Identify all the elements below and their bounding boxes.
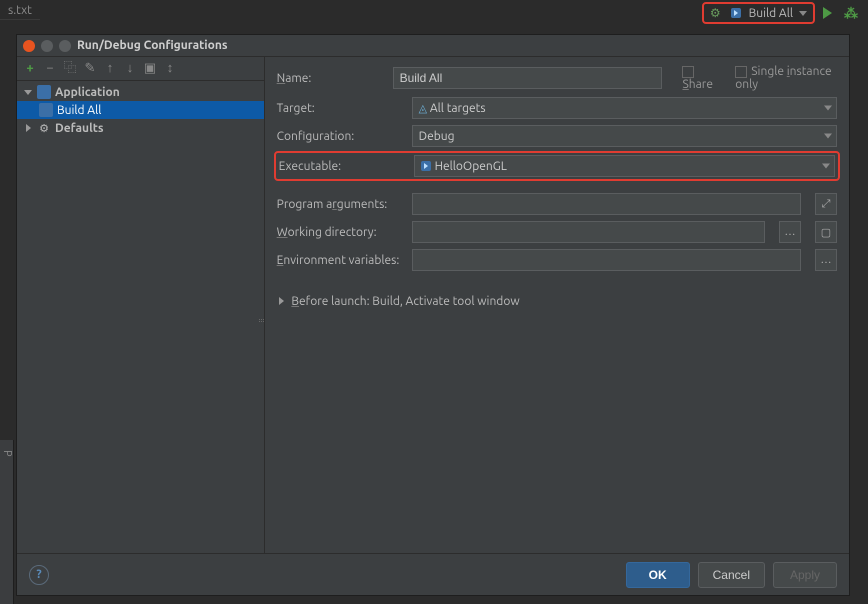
- environment-variables-label: Environment variables:: [277, 254, 402, 267]
- tree-node-build-all[interactable]: Build All: [17, 101, 264, 119]
- run-button[interactable]: [819, 3, 836, 23]
- minimize-icon[interactable]: [41, 40, 53, 52]
- hierarchy-icon: ◬: [419, 102, 427, 115]
- checkbox-icon: [735, 66, 747, 78]
- working-directory-label: Working directory:: [277, 226, 402, 239]
- cancel-button[interactable]: Cancel: [698, 562, 765, 588]
- move-up-icon[interactable]: ↑: [103, 62, 117, 76]
- browse-directory-icon[interactable]: …: [779, 221, 801, 243]
- tree-node-application[interactable]: Application: [17, 83, 264, 101]
- executable-label: Executable:: [279, 160, 404, 173]
- configuration-value: Debug: [419, 130, 455, 143]
- chevron-down-icon: [824, 106, 832, 111]
- chevron-down-icon: [824, 134, 832, 139]
- side-tool-window[interactable]: P ts: [0, 440, 14, 604]
- tree-node-label: Build All: [57, 104, 101, 117]
- environment-variables-input[interactable]: [412, 249, 801, 271]
- chevron-right-icon: [277, 297, 287, 305]
- executable-icon: [421, 161, 431, 171]
- configuration-label: Configuration:: [277, 130, 402, 143]
- config-form-panel: Name: Share Single instance only Target:…: [265, 57, 849, 553]
- expand-toggle-icon[interactable]: [23, 90, 33, 95]
- run-configuration-highlight: ⚙ Build All: [702, 2, 815, 24]
- resize-grip-icon[interactable]: [259, 319, 269, 329]
- tree-node-defaults[interactable]: ⚙ Defaults: [17, 119, 264, 137]
- run-config-selector[interactable]: Build All: [727, 3, 811, 23]
- tree-node-label: Application: [55, 86, 120, 99]
- before-launch-section[interactable]: Before launch: Build, Activate tool wind…: [277, 295, 837, 308]
- help-button[interactable]: ?: [29, 565, 49, 585]
- folder-icon[interactable]: ▣: [143, 62, 157, 76]
- copy-configuration-icon[interactable]: ⿻: [63, 62, 77, 76]
- single-instance-checkbox[interactable]: Single instance only: [735, 65, 837, 91]
- target-combo[interactable]: ◬ All targets: [412, 97, 837, 119]
- chevron-down-icon: [799, 11, 807, 16]
- name-input[interactable]: [393, 67, 663, 89]
- remove-configuration-icon[interactable]: −: [43, 62, 57, 76]
- dialog-titlebar: Run/Debug Configurations: [17, 35, 849, 57]
- configuration-combo[interactable]: Debug: [412, 125, 837, 147]
- target-value: All targets: [430, 102, 486, 115]
- application-icon: [37, 85, 51, 99]
- maximize-icon[interactable]: [59, 40, 71, 52]
- ok-button[interactable]: OK: [626, 562, 690, 588]
- edit-env-vars-icon[interactable]: …: [815, 249, 837, 271]
- executable-combo[interactable]: HelloOpenGL: [414, 155, 835, 177]
- executable-value: HelloOpenGL: [435, 160, 507, 173]
- tree-node-label: Defaults: [55, 122, 104, 135]
- gear-icon: ⚙: [37, 121, 51, 135]
- play-icon: [823, 7, 832, 19]
- sort-icon[interactable]: ↕: [163, 62, 177, 76]
- target-label: Target:: [277, 102, 402, 115]
- tree-toolbar: + − ⿻ ✎ ↑ ↓ ▣ ↕: [17, 57, 264, 81]
- executable-highlight: Executable: HelloOpenGL: [274, 151, 840, 181]
- expand-arguments-icon[interactable]: ⤢: [815, 193, 837, 215]
- add-configuration-icon[interactable]: +: [23, 62, 37, 76]
- save-configuration-icon[interactable]: ✎: [83, 62, 97, 76]
- chevron-down-icon: [822, 164, 830, 169]
- dialog-title: Run/Debug Configurations: [77, 39, 228, 52]
- run-config-icon: [731, 8, 741, 18]
- insert-macro-icon[interactable]: ▢: [815, 221, 837, 243]
- working-directory-input[interactable]: [412, 221, 765, 243]
- dialog-footer: ? OK Cancel Apply: [17, 553, 849, 595]
- debug-button[interactable]: ⁂: [840, 3, 862, 23]
- config-tree[interactable]: Application Build All ⚙ Defaults: [17, 81, 264, 553]
- editor-tab[interactable]: s.txt: [0, 2, 40, 20]
- config-tree-panel: + − ⿻ ✎ ↑ ↓ ▣ ↕ Application Build All: [17, 57, 265, 553]
- application-icon: [39, 103, 53, 117]
- close-icon[interactable]: [23, 40, 35, 52]
- expand-toggle-icon[interactable]: [23, 124, 33, 132]
- equalizer-icon[interactable]: ⚙: [706, 3, 725, 23]
- share-checkbox[interactable]: Share: [682, 65, 721, 91]
- run-config-label: Build All: [749, 7, 793, 20]
- apply-button[interactable]: Apply: [773, 562, 837, 588]
- program-arguments-label: Program arguments:: [277, 198, 402, 211]
- program-arguments-input[interactable]: [412, 193, 801, 215]
- run-debug-configurations-dialog: Run/Debug Configurations + − ⿻ ✎ ↑ ↓ ▣ ↕…: [16, 34, 850, 596]
- name-label: Name:: [277, 72, 383, 85]
- move-down-icon[interactable]: ↓: [123, 62, 137, 76]
- checkbox-icon: [682, 66, 694, 78]
